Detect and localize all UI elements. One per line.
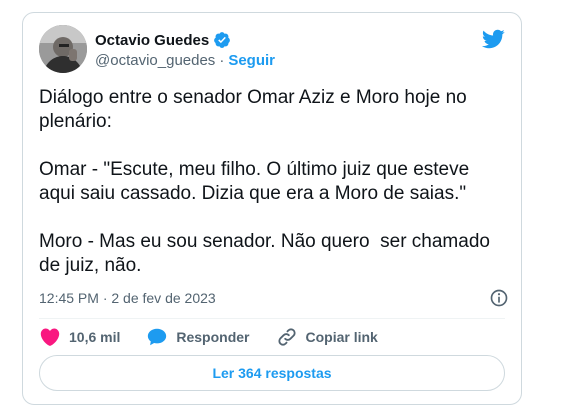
tweet-timestamp[interactable]: 12:45 PM · 2 de fev de 2023	[39, 290, 216, 306]
follow-button[interactable]: Seguir	[228, 52, 275, 69]
copy-link-button[interactable]: Copiar link	[276, 326, 378, 348]
info-icon[interactable]	[489, 288, 509, 308]
tweet-text: Diálogo entre o senador Omar Aziz e Moro…	[39, 87, 490, 276]
reply-label: Responder	[176, 329, 250, 345]
timestamp-row: 12:45 PM · 2 de fev de 2023	[39, 288, 509, 308]
heart-icon	[40, 328, 60, 346]
read-replies-button[interactable]: Ler 364 respostas	[39, 355, 505, 391]
action-bar: 10,6 mil Responder Copiar link	[39, 326, 404, 348]
copy-link-label: Copiar link	[305, 329, 378, 345]
reply-button[interactable]: Responder	[146, 326, 250, 348]
author-name-row: Octavio Guedes	[95, 31, 231, 49]
author-name[interactable]: Octavio Guedes	[95, 32, 209, 49]
author-handle[interactable]: @octavio_guedes	[95, 52, 215, 69]
link-icon	[277, 328, 296, 346]
separator-dot: ·	[219, 52, 225, 69]
verified-badge-icon	[213, 31, 231, 49]
tweet-card: Octavio Guedes @octavio_guedes · Seguir …	[22, 12, 522, 405]
twitter-bird-icon[interactable]	[481, 27, 505, 51]
speech-bubble-icon	[148, 328, 167, 346]
avatar[interactable]	[39, 25, 87, 73]
like-button[interactable]: 10,6 mil	[39, 326, 120, 348]
divider	[39, 318, 505, 319]
author-handle-row: @octavio_guedes · Seguir	[95, 52, 275, 69]
likes-count: 10,6 mil	[69, 329, 121, 345]
avatar-photo	[39, 25, 87, 73]
